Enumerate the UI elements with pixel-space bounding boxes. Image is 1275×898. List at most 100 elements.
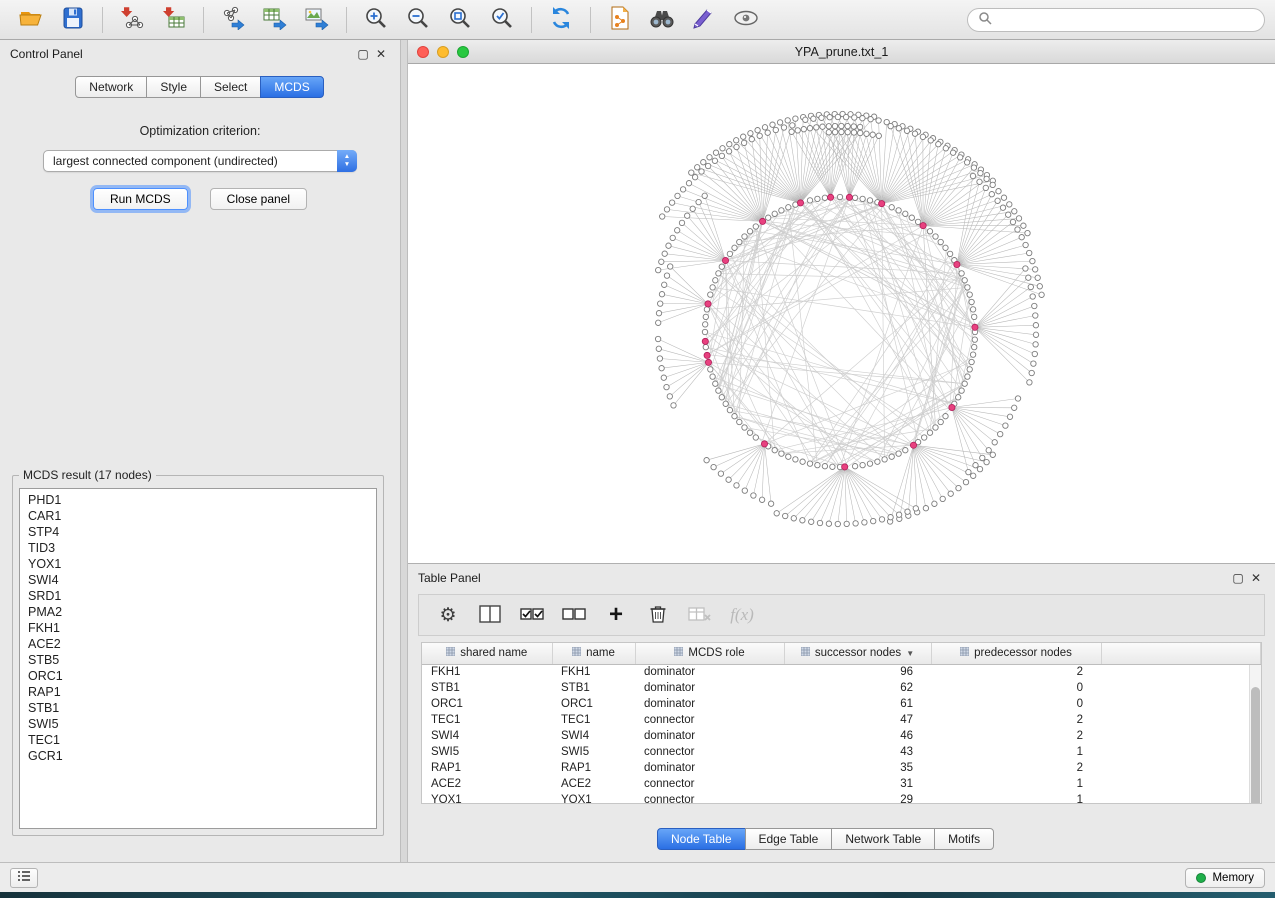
table-cell: ORC1 bbox=[552, 696, 635, 712]
close-panel-icon[interactable]: ✕ bbox=[1247, 570, 1265, 586]
table-row[interactable]: ORC1ORC1dominator610 bbox=[422, 696, 1261, 712]
close-panel-button[interactable]: Close panel bbox=[210, 188, 307, 210]
tab-edge-table[interactable]: Edge Table bbox=[745, 828, 833, 850]
network-canvas[interactable] bbox=[408, 64, 1275, 563]
mcds-result-item[interactable]: PMA2 bbox=[20, 604, 376, 620]
column-header-predecessor-nodes[interactable]: predecessor nodes bbox=[931, 643, 1101, 664]
mcds-result-item[interactable]: GCR1 bbox=[20, 748, 376, 764]
zoom-in-button[interactable] bbox=[355, 3, 397, 37]
column-header-successor-nodes[interactable]: successor nodes▼ bbox=[784, 643, 931, 664]
mcds-result-list[interactable]: PHD1CAR1STP4TID3YOX1SWI4SRD1PMA2FKH1ACE2… bbox=[19, 488, 377, 829]
table-row[interactable]: FKH1FKH1dominator962 bbox=[422, 664, 1261, 680]
mcds-result-item[interactable]: ORC1 bbox=[20, 668, 376, 684]
mcds-result-item[interactable]: RAP1 bbox=[20, 684, 376, 700]
table-row[interactable]: ACE2ACE2connector311 bbox=[422, 776, 1261, 792]
node-table-wrap: shared name name MCDS role successor nod… bbox=[421, 642, 1262, 804]
table-cell: 2 bbox=[931, 760, 1101, 776]
tab-mcds[interactable]: MCDS bbox=[260, 76, 323, 98]
mcds-result-item[interactable]: SRD1 bbox=[20, 588, 376, 604]
table-cell: dominator bbox=[635, 664, 784, 680]
tab-network-table[interactable]: Network Table bbox=[831, 828, 935, 850]
network-titlebar[interactable]: YPA_prune.txt_1 bbox=[408, 40, 1275, 64]
open-file-button[interactable] bbox=[10, 3, 52, 37]
mcds-result-item[interactable]: PHD1 bbox=[20, 492, 376, 508]
float-panel-icon[interactable]: ▢ bbox=[1229, 570, 1247, 586]
float-panel-icon[interactable]: ▢ bbox=[354, 46, 372, 62]
gear-icon: ⚙ bbox=[439, 604, 456, 627]
mcds-result-item[interactable]: CAR1 bbox=[20, 508, 376, 524]
table-row[interactable]: YOX1YOX1connector291 bbox=[422, 792, 1261, 804]
control-panel-tabs: Network Style Select MCDS bbox=[0, 76, 400, 98]
minimize-window-icon[interactable] bbox=[437, 46, 449, 58]
column-header-shared-name[interactable]: shared name bbox=[422, 643, 552, 664]
table-row[interactable]: TEC1TEC1connector472 bbox=[422, 712, 1261, 728]
refresh-icon bbox=[548, 5, 574, 34]
mcds-result-item[interactable]: SWI4 bbox=[20, 572, 376, 588]
zoom-selected-button[interactable] bbox=[481, 3, 523, 37]
export-image-button[interactable] bbox=[296, 3, 338, 37]
memory-button[interactable]: Memory bbox=[1185, 868, 1265, 888]
mcds-result-item[interactable]: SWI5 bbox=[20, 716, 376, 732]
show-columns-button[interactable] bbox=[473, 599, 507, 631]
table-row[interactable]: SWI5SWI5connector431 bbox=[422, 744, 1261, 760]
table-row[interactable]: SWI4SWI4dominator462 bbox=[422, 728, 1261, 744]
close-window-icon[interactable] bbox=[417, 46, 429, 58]
table-row[interactable]: STB1STB1dominator620 bbox=[422, 680, 1261, 696]
mcds-result-item[interactable]: STB1 bbox=[20, 700, 376, 716]
share-document-button[interactable] bbox=[599, 3, 641, 37]
delete-column-button[interactable] bbox=[641, 599, 675, 631]
zoom-fit-button[interactable] bbox=[439, 3, 481, 37]
toolbar-separator bbox=[531, 7, 532, 33]
import-table-button[interactable] bbox=[153, 3, 195, 37]
table-scrollbar[interactable] bbox=[1249, 665, 1261, 803]
apply-layout-button[interactable] bbox=[540, 3, 582, 37]
panel-splitter[interactable] bbox=[400, 40, 408, 862]
mcds-result-item[interactable]: TID3 bbox=[20, 540, 376, 556]
table-cell: ACE2 bbox=[422, 776, 552, 792]
export-network-icon bbox=[220, 6, 246, 33]
table-cell: 35 bbox=[784, 760, 931, 776]
select-all-button[interactable] bbox=[515, 599, 549, 631]
search-input[interactable] bbox=[998, 13, 1254, 27]
column-header-name[interactable]: name bbox=[552, 643, 635, 664]
toolbar-separator bbox=[590, 7, 591, 33]
mcds-result-item[interactable]: STP4 bbox=[20, 524, 376, 540]
table-row[interactable]: RAP1RAP1dominator352 bbox=[422, 760, 1261, 776]
tab-node-table[interactable]: Node Table bbox=[657, 828, 746, 850]
zoom-out-button[interactable] bbox=[397, 3, 439, 37]
criterion-dropdown[interactable]: largest connected component (undirected)… bbox=[43, 150, 357, 172]
tab-motifs[interactable]: Motifs bbox=[934, 828, 994, 850]
find-button[interactable] bbox=[641, 3, 683, 37]
close-panel-icon[interactable]: ✕ bbox=[372, 46, 390, 62]
export-table-button[interactable] bbox=[254, 3, 296, 37]
import-network-button[interactable] bbox=[111, 3, 153, 37]
search-box[interactable] bbox=[967, 8, 1265, 32]
mcds-result-item[interactable]: YOX1 bbox=[20, 556, 376, 572]
mcds-result-item[interactable]: ACE2 bbox=[20, 636, 376, 652]
save-button[interactable] bbox=[52, 3, 94, 37]
function-builder-button[interactable]: f(x) bbox=[725, 599, 759, 631]
tab-network[interactable]: Network bbox=[75, 76, 147, 98]
mcds-result-item[interactable]: FKH1 bbox=[20, 620, 376, 636]
maximize-window-icon[interactable] bbox=[457, 46, 469, 58]
table-settings-button[interactable]: ⚙ bbox=[431, 599, 465, 631]
tab-select[interactable]: Select bbox=[200, 76, 261, 98]
table-scrollbar-thumb[interactable] bbox=[1251, 687, 1260, 804]
add-column-button[interactable]: + bbox=[599, 599, 633, 631]
visual-properties-button[interactable] bbox=[683, 3, 725, 37]
delete-table-button[interactable] bbox=[683, 599, 717, 631]
table-cell: 0 bbox=[931, 680, 1101, 696]
export-network-button[interactable] bbox=[212, 3, 254, 37]
deselect-all-button[interactable] bbox=[557, 599, 591, 631]
table-cell: dominator bbox=[635, 680, 784, 696]
table-cell: 1 bbox=[931, 776, 1101, 792]
status-menu-button[interactable] bbox=[10, 868, 38, 888]
mcds-result-item[interactable]: TEC1 bbox=[20, 732, 376, 748]
zoom-out-icon bbox=[405, 5, 431, 34]
show-hide-button[interactable] bbox=[725, 3, 767, 37]
share-document-icon bbox=[608, 5, 632, 34]
mcds-result-item[interactable]: STB5 bbox=[20, 652, 376, 668]
run-mcds-button[interactable]: Run MCDS bbox=[93, 188, 188, 210]
tab-style[interactable]: Style bbox=[146, 76, 201, 98]
column-header-mcds-role[interactable]: MCDS role bbox=[635, 643, 784, 664]
